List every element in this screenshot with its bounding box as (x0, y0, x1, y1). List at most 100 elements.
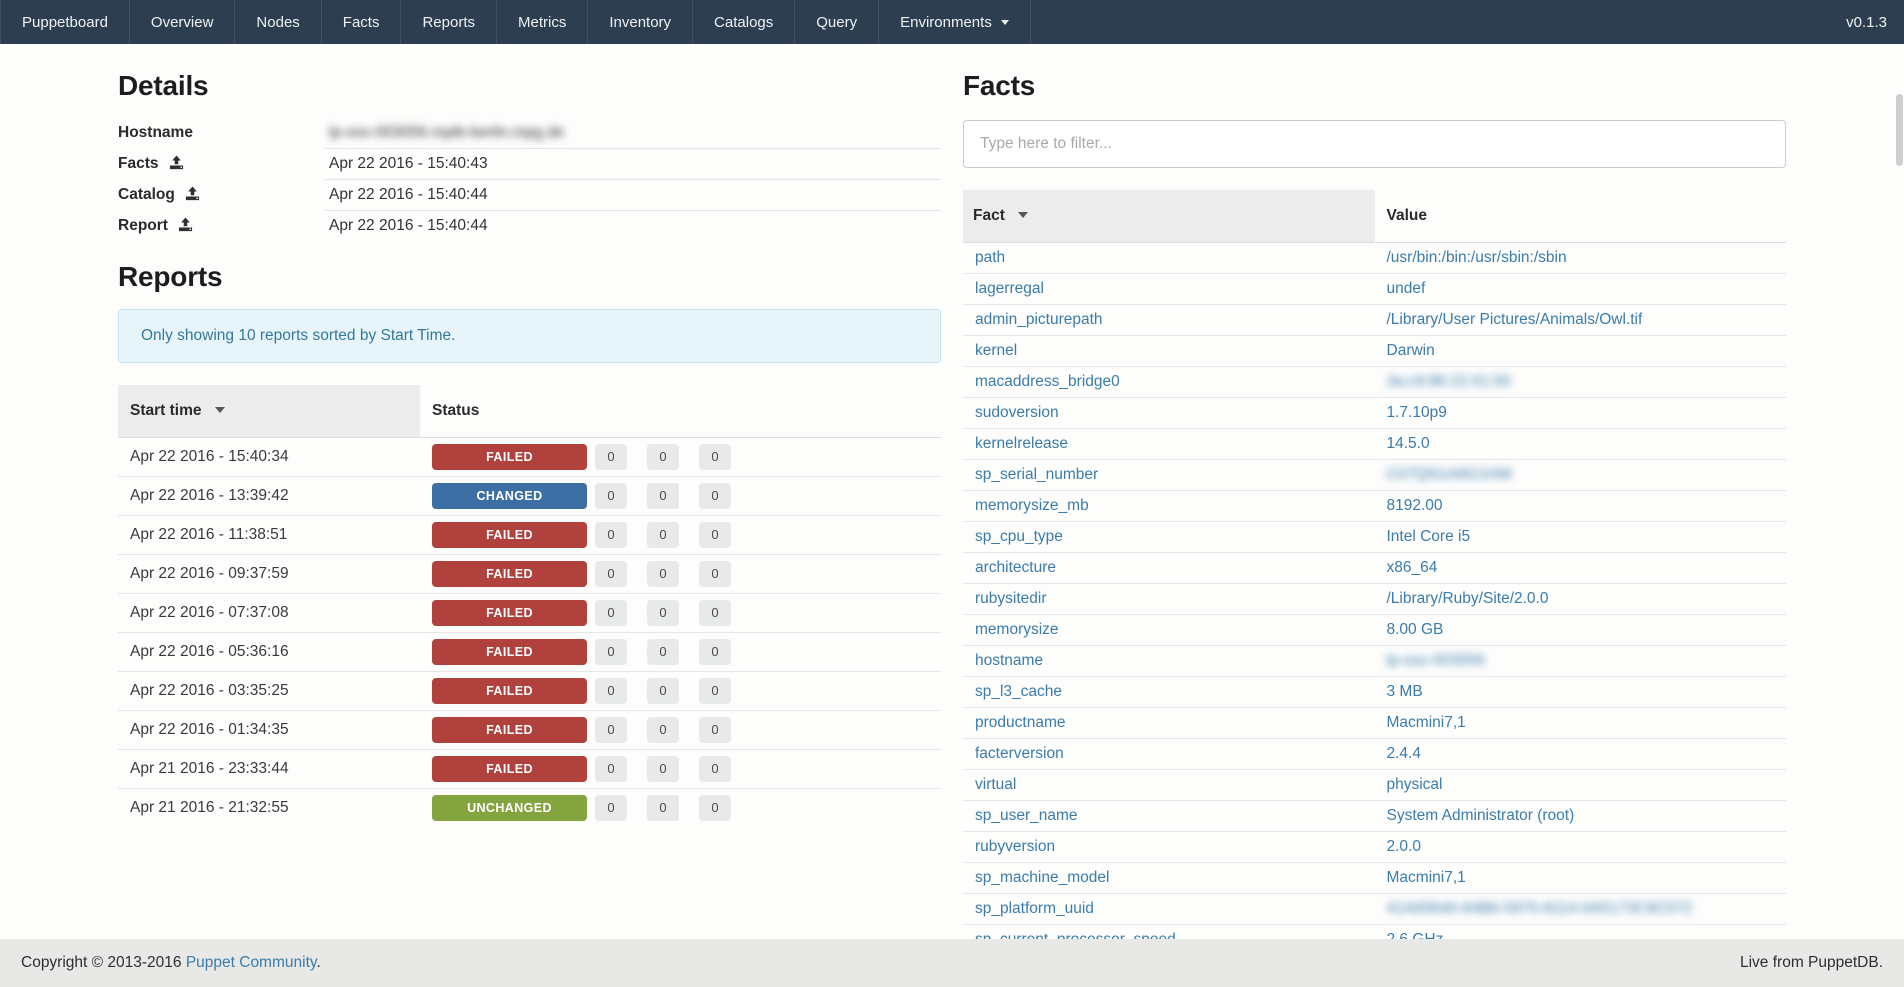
fact-value-link[interactable]: 1.7.10p9 (1387, 404, 1447, 421)
fact-name-link[interactable]: facterversion (975, 745, 1064, 762)
detail-label: Report (118, 217, 168, 234)
fact-name-link[interactable]: rubyversion (975, 838, 1055, 855)
fact-value-link[interactable]: 14.5.0 (1387, 435, 1430, 452)
fact-value-link[interactable]: 3a:c9:86:22:01:00 (1387, 373, 1511, 390)
fact-row: sp_serial_number C07QN1A6G1HW (963, 460, 1786, 491)
fact-value-link[interactable]: Intel Core i5 (1387, 528, 1471, 545)
fact-row: lagerregal undef (963, 274, 1786, 305)
status-badge: FAILED (432, 522, 587, 548)
fact-name-link[interactable]: rubysitedir (975, 590, 1047, 607)
nav-item-query[interactable]: Query (795, 0, 879, 44)
upload-icon[interactable] (185, 186, 200, 201)
report-start-time: Apr 21 2016 - 23:33:44 (118, 750, 420, 789)
nav-item-overview[interactable]: Overview (130, 0, 236, 44)
fact-value-link[interactable]: Darwin (1387, 342, 1435, 359)
fact-name-link[interactable]: macaddress_bridge0 (975, 373, 1120, 390)
detail-value: Apr 22 2016 - 15:40:43 (329, 155, 488, 172)
value-header-label: Value (1387, 207, 1428, 224)
report-row: Apr 21 2016 - 23:33:44 FAILED 0 0 0 (118, 750, 941, 789)
fact-name-link[interactable]: virtual (975, 776, 1016, 793)
fact-name-link[interactable]: kernelrelease (975, 435, 1068, 452)
chevron-down-icon (1001, 20, 1009, 25)
reports-info-alert: Only showing 10 reports sorted by Start … (118, 309, 941, 363)
puppet-community-link[interactable]: Puppet Community (186, 954, 317, 971)
fact-name-link[interactable]: sp_l3_cache (975, 683, 1062, 700)
nav-item-environments[interactable]: Environments (879, 0, 1031, 44)
event-count: 0 (699, 561, 731, 587)
fact-row: memorysize_mb 8192.00 (963, 491, 1786, 522)
fact-name-link[interactable]: hostname (975, 652, 1043, 669)
fact-row: facterversion 2.4.4 (963, 739, 1786, 770)
puppetdb-status-text: Live from PuppetDB. (1740, 954, 1883, 972)
nav-item-metrics[interactable]: Metrics (497, 0, 588, 44)
sort-desc-icon (1018, 212, 1028, 218)
fact-value-link[interactable]: 3 MB (1387, 683, 1423, 700)
fact-value-link[interactable]: /Library/User Pictures/Animals/Owl.tif (1387, 311, 1643, 328)
facts-title: Facts (963, 70, 1786, 102)
fact-name-link[interactable]: memorysize_mb (975, 497, 1089, 514)
fact-value-link[interactable]: /usr/bin:/bin:/usr/sbin:/sbin (1387, 249, 1567, 266)
fact-name-link[interactable]: lagerregal (975, 280, 1044, 297)
facts-sort-header-fact[interactable]: Fact (963, 190, 1375, 243)
fact-name-link[interactable]: productname (975, 714, 1065, 731)
nav-item-nodes[interactable]: Nodes (235, 0, 321, 44)
fact-value-link[interactable]: /Library/Ruby/Site/2.0.0 (1387, 590, 1549, 607)
fact-value-link[interactable]: physical (1387, 776, 1443, 793)
fact-name-link[interactable]: kernel (975, 342, 1017, 359)
event-count: 0 (699, 444, 731, 470)
copyright-suffix: . (316, 954, 320, 971)
event-count: 0 (647, 561, 679, 587)
fact-name-link[interactable]: architecture (975, 559, 1056, 576)
reports-header-status[interactable]: Status (420, 385, 941, 438)
fact-name-link[interactable]: sp_serial_number (975, 466, 1098, 483)
fact-value-link[interactable]: C07QN1A6G1HW (1387, 466, 1513, 483)
fact-value-link[interactable]: Macmini7,1 (1387, 869, 1466, 886)
fact-name-link[interactable]: sudoversion (975, 404, 1059, 421)
nav-brand-puppetboard[interactable]: Puppetboard (0, 0, 130, 44)
event-count: 0 (595, 522, 627, 548)
fact-value-link[interactable]: lp-osx-003056 (1387, 652, 1485, 669)
fact-value-link[interactable]: x86_64 (1387, 559, 1438, 576)
report-row: Apr 22 2016 - 07:37:08 FAILED 0 0 0 (118, 594, 941, 633)
facts-header-value[interactable]: Value (1375, 190, 1787, 243)
nav-item-catalogs[interactable]: Catalogs (693, 0, 795, 44)
report-start-time: Apr 22 2016 - 09:37:59 (118, 555, 420, 594)
status-badge: FAILED (432, 717, 587, 743)
fact-value-link[interactable]: 2.4.4 (1387, 745, 1421, 762)
fact-value-link[interactable]: 2.0.0 (1387, 838, 1421, 855)
fact-name-link[interactable]: path (975, 249, 1005, 266)
fact-name-link[interactable]: sp_user_name (975, 807, 1078, 824)
fact-value-link[interactable]: undef (1387, 280, 1426, 297)
fact-name-link[interactable]: sp_cpu_type (975, 528, 1063, 545)
fact-value-link[interactable]: Macmini7,1 (1387, 714, 1466, 731)
upload-icon[interactable] (169, 155, 184, 170)
fact-name-link[interactable]: memorysize (975, 621, 1059, 638)
nav-item-inventory[interactable]: Inventory (588, 0, 693, 44)
nav-item-reports[interactable]: Reports (401, 0, 497, 44)
scrollbar-thumb[interactable] (1896, 94, 1903, 166)
reports-sort-header-start-time[interactable]: Start time (118, 385, 420, 438)
upload-icon[interactable] (178, 217, 193, 232)
event-count: 0 (699, 600, 731, 626)
event-count: 0 (647, 600, 679, 626)
event-count: 0 (595, 483, 627, 509)
fact-value-link[interactable]: 41A00640-64B6-5970-8114-0A5173C9C072 (1387, 900, 1693, 917)
fact-value-link[interactable]: 8.00 GB (1387, 621, 1444, 638)
fact-header-label: Fact (973, 207, 1005, 224)
fact-name-link[interactable]: sp_platform_uuid (975, 900, 1094, 917)
start-time-header-label: Start time (130, 402, 202, 419)
event-count: 0 (647, 444, 679, 470)
fact-value-link[interactable]: 8192.00 (1387, 497, 1443, 514)
status-badge: FAILED (432, 678, 587, 704)
fact-name-link[interactable]: sp_machine_model (975, 869, 1109, 886)
status-badge: FAILED (432, 600, 587, 626)
fact-name-link[interactable]: admin_picturepath (975, 311, 1103, 328)
sort-desc-icon (215, 407, 225, 413)
facts-filter-input[interactable] (963, 120, 1786, 168)
fact-value-link[interactable]: System Administrator (root) (1387, 807, 1575, 824)
node-details-column: Details Hostname lp-osx-003056.mpib-berl… (118, 50, 941, 955)
status-badge: FAILED (432, 561, 587, 587)
copyright-prefix: Copyright © 2013-2016 (21, 954, 186, 971)
event-count: 0 (647, 639, 679, 665)
nav-item-facts[interactable]: Facts (322, 0, 402, 44)
